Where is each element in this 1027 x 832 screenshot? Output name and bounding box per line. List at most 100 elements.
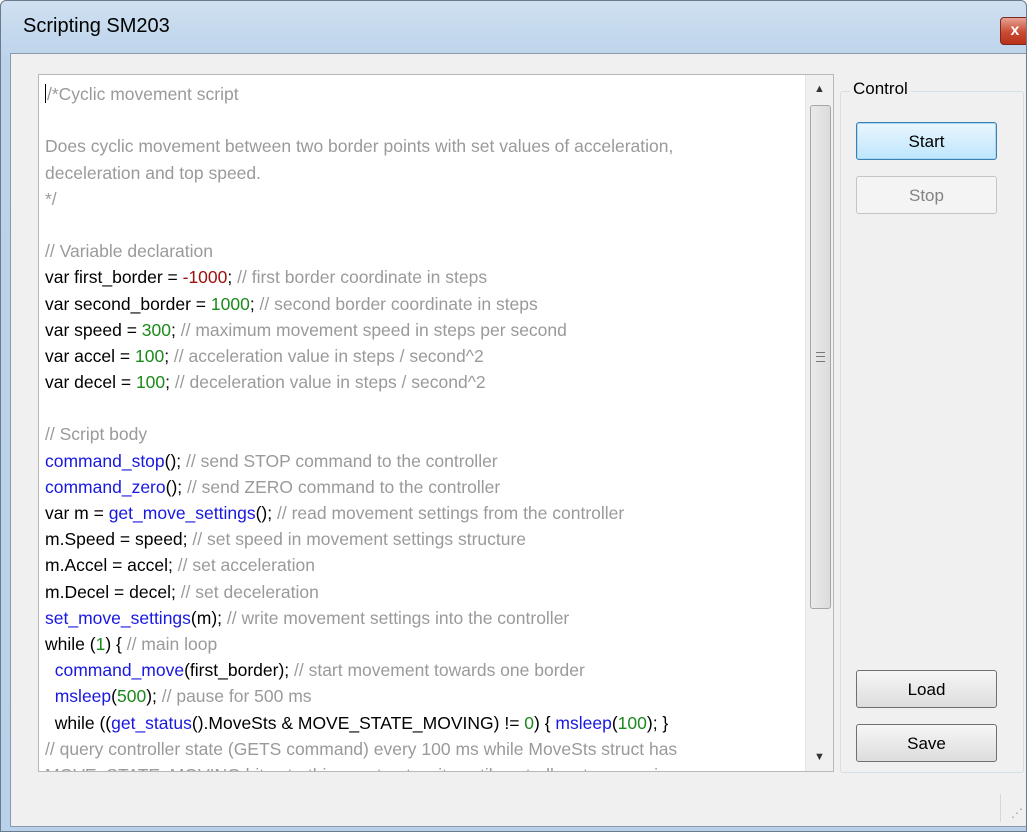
text-caret xyxy=(45,84,46,103)
code-token: // set acceleration xyxy=(177,555,315,576)
code-line: deceleration and top speed. xyxy=(45,160,803,186)
code-token: msleep xyxy=(555,712,612,733)
scrollbar-thumb[interactable] xyxy=(810,105,831,609)
triangle-up-icon: ▲ xyxy=(814,83,825,95)
code-line: /*Cyclic movement script xyxy=(45,81,803,107)
code-token: // acceleration value in steps / second^… xyxy=(173,345,484,366)
code-token: get_status xyxy=(111,712,192,733)
code-token: set_move_settings xyxy=(45,607,191,628)
code-token: Does cyclic movement between two border … xyxy=(45,136,674,157)
start-button[interactable]: Start xyxy=(856,122,997,160)
code-token: while (( xyxy=(45,712,112,733)
code-line: command_stop(); // send STOP command to … xyxy=(45,448,803,474)
code-token: // maximum movement speed in steps per s… xyxy=(180,319,567,340)
code-token: var speed = xyxy=(45,319,142,340)
code-line: var decel = 100; // deceleration value i… xyxy=(45,369,803,395)
code-token: msleep xyxy=(54,686,112,707)
code-token: ) { xyxy=(534,712,556,733)
code-token: // start movement towards one border xyxy=(294,660,585,681)
code-token: // main loop xyxy=(126,633,218,654)
control-group-label: Control xyxy=(850,79,911,99)
code-token: var decel = xyxy=(45,372,136,393)
code-token: (m); xyxy=(190,607,227,628)
code-token: get_move_settings xyxy=(108,503,256,523)
code-line: m.Accel = accel; // set acceleration xyxy=(45,552,803,578)
code-token: ; xyxy=(165,372,175,393)
code-token: m.Speed = speed; xyxy=(45,529,193,550)
code-token: m.Accel = accel; xyxy=(45,555,178,576)
code-token: // first border coordinate in steps xyxy=(237,267,488,288)
code-token: 1000 xyxy=(210,293,250,314)
scroll-down-button[interactable]: ▼ xyxy=(806,743,833,771)
code-token: // query controller state (GETS command)… xyxy=(45,738,678,759)
load-button[interactable]: Load xyxy=(856,670,997,708)
vertical-scrollbar[interactable]: ▲ ▼ xyxy=(805,75,833,771)
code-line: // Variable declaration xyxy=(45,238,803,264)
code-token: ; xyxy=(164,345,174,366)
code-text[interactable]: /*Cyclic movement script Does cyclic move… xyxy=(45,81,803,771)
code-line: // Script body xyxy=(45,421,803,447)
script-editor[interactable]: /*Cyclic movement script Does cyclic move… xyxy=(38,74,834,772)
code-token: (); xyxy=(164,450,187,471)
code-token: (); xyxy=(165,476,188,497)
code-token: // read movement settings from the contr… xyxy=(277,503,625,523)
code-token: */ xyxy=(45,188,57,209)
code-line: command_zero(); // send ZERO command to … xyxy=(45,474,803,500)
code-token: ; xyxy=(171,319,181,340)
code-line: while ((get_status().MoveSts & MOVE_STAT… xyxy=(45,710,803,736)
code-token: var first_border = xyxy=(45,267,183,288)
close-icon: x xyxy=(1010,22,1020,39)
code-line: command_move(first_border); // start mov… xyxy=(45,657,803,683)
code-token: var second_border = xyxy=(45,293,211,314)
code-line: m.Decel = decel; // set deceleration xyxy=(45,579,803,605)
code-line: msleep(500); // pause for 500 ms xyxy=(45,683,803,709)
code-line: var second_border = 1000; // second bord… xyxy=(45,291,803,317)
code-line: // query controller state (GETS command)… xyxy=(45,736,803,762)
code-token: while ( xyxy=(45,633,96,654)
stop-button[interactable]: Stop xyxy=(856,176,997,214)
code-token: ; xyxy=(249,293,260,314)
code-token: ); xyxy=(146,686,162,707)
code-token: command_move xyxy=(54,660,185,681)
code-token: (); xyxy=(255,503,277,523)
code-token: 100 xyxy=(134,345,165,366)
code-token: var accel = xyxy=(45,345,135,366)
triangle-down-icon: ▼ xyxy=(814,751,825,763)
code-token: // pause for 500 ms xyxy=(161,686,312,707)
code-token: var m = xyxy=(45,503,109,523)
save-button[interactable]: Save xyxy=(856,724,997,762)
scripting-window: Scripting SM203 x /*Cyclic movement scri… xyxy=(0,0,1027,832)
code-token: (first_border); xyxy=(184,660,294,681)
code-line: Does cyclic movement between two border … xyxy=(45,133,803,159)
code-token: 300 xyxy=(141,319,171,340)
code-line: var accel = 100; // acceleration value i… xyxy=(45,343,803,369)
close-button[interactable]: x xyxy=(1000,17,1026,45)
code-token: ) { xyxy=(105,633,127,654)
code-token: /*Cyclic movement script xyxy=(47,84,239,104)
code-token: // set deceleration xyxy=(180,581,319,602)
code-line: set_move_settings(m); // write movement … xyxy=(45,605,803,631)
code-line: var speed = 300; // maximum movement spe… xyxy=(45,317,803,343)
scroll-up-button[interactable]: ▲ xyxy=(806,75,833,103)
code-token: 1 xyxy=(95,633,106,654)
code-token: command_zero xyxy=(45,476,166,497)
code-token: -1000 xyxy=(182,267,228,288)
code-line: while (1) { // main loop xyxy=(45,631,803,657)
status-separator xyxy=(1000,794,1001,822)
code-token: 0 xyxy=(524,712,535,733)
code-line: var first_border = -1000; // first borde… xyxy=(45,264,803,290)
code-token: // write movement settings into the cont… xyxy=(226,607,570,628)
code-token: command_stop xyxy=(45,450,165,471)
code-token: // deceleration value in steps / second^… xyxy=(174,372,486,393)
code-line: m.Speed = speed; // set speed in movemen… xyxy=(45,526,803,552)
resize-grip-icon[interactable]: ⋰ xyxy=(1011,806,1025,820)
code-token: // second border coordinate in steps xyxy=(259,293,538,314)
code-line: MOVE_STATE_MOVING bit set - this constru… xyxy=(45,762,803,771)
title-bar[interactable]: Scripting SM203 x xyxy=(1,1,1026,53)
code-token: // send STOP command to the controller xyxy=(186,450,498,471)
